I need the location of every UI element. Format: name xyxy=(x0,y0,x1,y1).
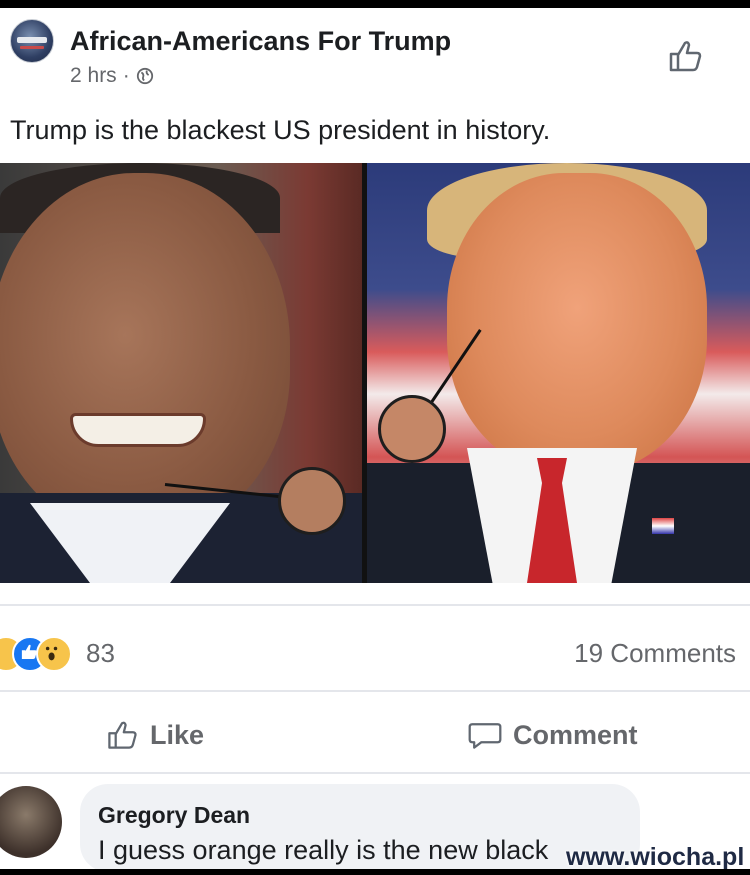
page-name[interactable]: African-Americans For Trump xyxy=(70,26,451,57)
like-page-icon[interactable] xyxy=(665,36,705,76)
comment-button[interactable]: Comment xyxy=(467,710,638,760)
meta-separator: · xyxy=(122,64,130,87)
skin-tone-swatch-left xyxy=(278,467,346,535)
commenter-avatar[interactable] xyxy=(0,786,62,858)
photo-right-panel xyxy=(367,163,750,583)
post-image[interactable] xyxy=(0,163,750,583)
thumbs-up-icon xyxy=(108,721,137,749)
reaction-icons[interactable] xyxy=(0,636,98,672)
divider xyxy=(0,690,750,692)
watermark: www.wiocha.pl xyxy=(566,843,745,869)
post-text: Trump is the blackest US president in hi… xyxy=(10,115,551,145)
comment-label: Comment xyxy=(513,719,638,750)
reaction-count[interactable]: 83 xyxy=(86,638,115,669)
comment-text: I guess orange really is the new black xyxy=(98,835,549,865)
comment-icon xyxy=(468,723,502,749)
like-label: Like xyxy=(150,719,205,750)
globe-icon xyxy=(136,67,153,85)
divider xyxy=(0,604,750,606)
reactions-row: 83 19 Comments xyxy=(0,630,750,674)
like-button[interactable]: Like xyxy=(104,710,204,760)
divider xyxy=(0,772,750,774)
comment-count[interactable]: 19 Comments xyxy=(574,638,736,669)
comment-author[interactable]: Gregory Dean xyxy=(98,802,250,829)
page-avatar[interactable] xyxy=(10,19,54,63)
skin-tone-swatch-right xyxy=(378,395,446,463)
post-card: African-Americans For Trump 2 hrs · Trum… xyxy=(0,8,750,869)
post-meta: 2 hrs · xyxy=(70,64,154,88)
post-time[interactable]: 2 hrs xyxy=(70,64,117,88)
wow-icon xyxy=(36,636,72,672)
